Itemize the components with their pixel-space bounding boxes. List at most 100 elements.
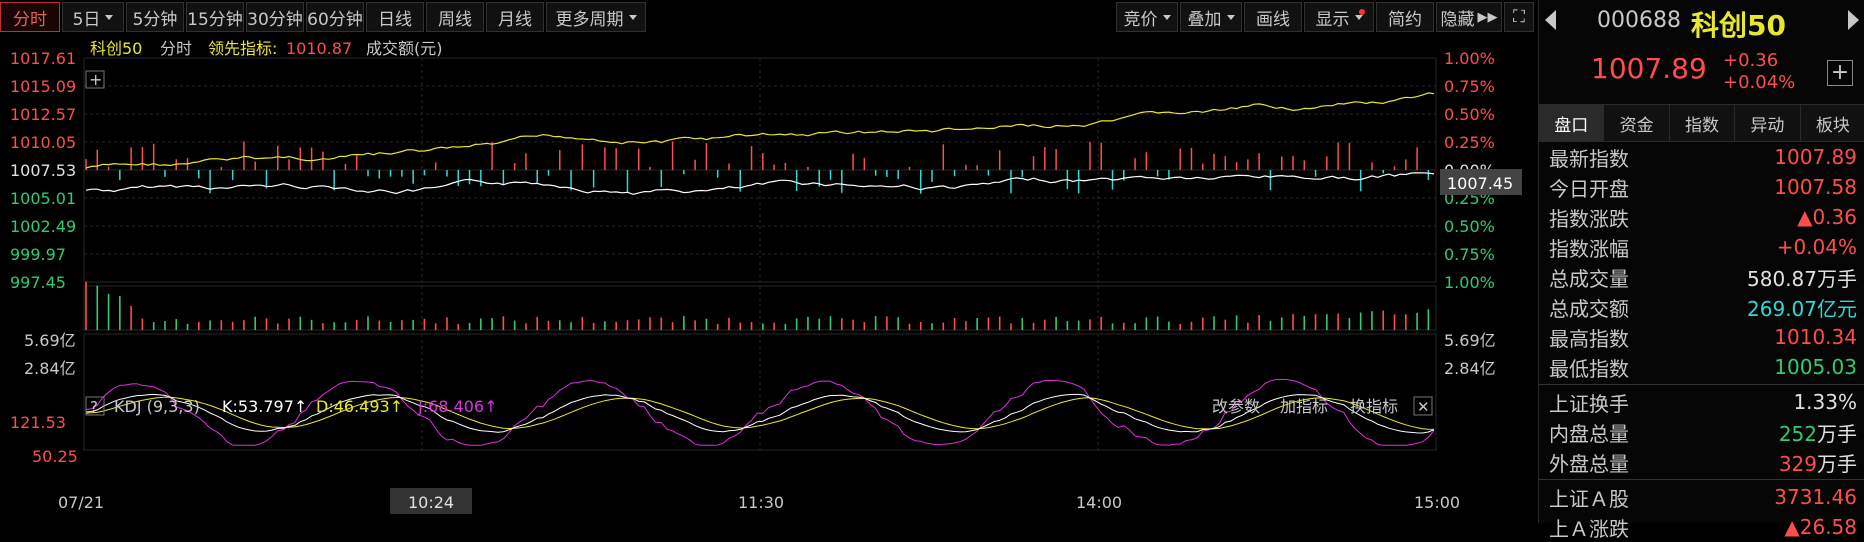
plus-icon: + xyxy=(1830,60,1850,85)
pct-axis-label: 0.50% xyxy=(1444,217,1495,236)
stat-label: 总成交额 xyxy=(1549,296,1629,321)
volume-bar xyxy=(784,323,787,330)
tab-30min[interactable]: 30分钟 xyxy=(246,2,304,32)
display-button[interactable]: 显示 xyxy=(1304,2,1374,32)
volume-bar xyxy=(1382,310,1385,330)
kdj-j-value: J:68.406↑ xyxy=(417,397,498,416)
volume-bar xyxy=(141,318,144,330)
volume-bar xyxy=(1337,313,1339,330)
hide-button[interactable]: 隐藏 ▶▶ xyxy=(1436,2,1502,32)
volume-bar xyxy=(592,322,595,330)
volume-bar xyxy=(829,316,832,330)
kdj-k-value: K:53.797↑ xyxy=(222,397,307,416)
stat-number: 1.33% xyxy=(1793,390,1857,414)
fullscreen-button[interactable]: ⛶ xyxy=(1504,2,1534,32)
price-axis-label: 1007.53 xyxy=(10,161,76,180)
tab-monthly[interactable]: 月线 xyxy=(486,2,544,32)
volume-bar xyxy=(694,320,696,330)
left-price-axis: 1017.61 1015.09 1012.57 1010.05 1007.53 1005.… xyxy=(10,49,76,292)
time-label-1: 10:24 xyxy=(408,493,454,512)
volume-bar xyxy=(1326,314,1328,330)
stat-label: 指数涨幅 xyxy=(1549,236,1629,261)
stat-label: 内盘总量 xyxy=(1549,421,1629,446)
stat-row: 指数涨幅 +0.04% xyxy=(1539,232,1864,262)
stat-label: 上证Ａ股 xyxy=(1549,486,1629,511)
stat-value: 3731.46 xyxy=(1774,485,1857,509)
stat-number: 269.07 xyxy=(1747,296,1817,321)
caret-down-icon xyxy=(105,14,114,20)
tab-sector[interactable]: 板块 xyxy=(1801,105,1864,141)
volume-bar xyxy=(1066,321,1069,330)
volume-bar xyxy=(389,322,392,330)
volume-bar xyxy=(130,306,132,330)
divider xyxy=(1539,384,1864,385)
next-arrow-icon[interactable] xyxy=(1848,10,1859,30)
fullscreen-icon: ⛶ xyxy=(1513,7,1525,27)
overlay-button[interactable]: 叠加 xyxy=(1180,2,1242,32)
volume-bar xyxy=(85,281,87,330)
volume-bar xyxy=(807,316,809,330)
stock-change: +0.36 xyxy=(1723,50,1779,71)
draw-button[interactable]: 画线 xyxy=(1244,2,1302,32)
volume-bar xyxy=(660,317,663,330)
volume-bar xyxy=(1089,319,1091,330)
stat-number: ▲0.36 xyxy=(1797,205,1857,229)
caret-down-icon xyxy=(1354,14,1363,20)
stat-value: 329万手 xyxy=(1779,448,1857,477)
volume-bar xyxy=(1224,319,1227,330)
add-watchlist-button[interactable]: + xyxy=(1827,60,1853,86)
kdj-add-indicator[interactable]: 加指标 xyxy=(1280,397,1328,416)
prev-arrow-icon[interactable] xyxy=(1545,10,1556,30)
simple-button[interactable]: 简约 xyxy=(1376,2,1434,32)
stat-unit: 万手 xyxy=(1817,266,1857,291)
legend-mode: 分时 xyxy=(160,39,192,58)
quote-header: 000688 科创50 1007.89 +0.36 +0.04% + xyxy=(1539,0,1864,104)
chevron-right-double-icon: ▶▶ xyxy=(1477,9,1498,25)
tab-5day[interactable]: 5日 xyxy=(62,2,124,32)
stat-row: 上Ａ涨跌 ▲26.58 xyxy=(1539,512,1864,542)
stat-row: 今日开盘 1007.58 xyxy=(1539,172,1864,202)
volume-bar xyxy=(220,320,223,330)
volume-bar xyxy=(762,323,764,330)
volume-bar xyxy=(1314,314,1317,330)
volume-bar xyxy=(1134,323,1136,330)
tab-15min[interactable]: 15分钟 xyxy=(186,2,244,32)
period-toolbar: 分时 5日 5分钟 15分钟 30分钟 60分钟 日线 周线 月线 更多周期 竞… xyxy=(0,0,1536,34)
vol-axis-left-0: 5.69亿 xyxy=(24,331,76,350)
tab-5min[interactable]: 5分钟 xyxy=(126,2,184,32)
price-axis-label: 1010.05 xyxy=(10,133,76,152)
volume-bar xyxy=(288,318,290,330)
stat-label: 最新指数 xyxy=(1549,146,1629,171)
volume-bar xyxy=(886,316,888,330)
volume-bar xyxy=(1111,323,1114,330)
stock-price: 1007.89 xyxy=(1591,52,1707,85)
vol-axis-right-0: 5.69亿 xyxy=(1444,331,1496,350)
tab-weekly[interactable]: 周线 xyxy=(426,2,484,32)
volume-bar xyxy=(513,320,516,330)
volume-bar xyxy=(1404,314,1407,330)
tab-more-periods[interactable]: 更多周期 xyxy=(546,2,646,32)
tab-index[interactable]: 指数 xyxy=(1670,105,1736,141)
volume-bar xyxy=(581,316,584,330)
pct-axis-label: 0.25% xyxy=(1444,133,1495,152)
volume-bar xyxy=(525,323,527,330)
kdj-switch-indicator[interactable]: 换指标 xyxy=(1350,397,1398,416)
tab-orderbook[interactable]: 盘口 xyxy=(1539,105,1605,141)
volume-bar xyxy=(322,323,324,330)
volume-bar xyxy=(198,321,200,330)
volume-bar xyxy=(1247,322,1249,330)
kdj-change-params[interactable]: 改参数 xyxy=(1212,397,1260,416)
volume-bar xyxy=(1269,320,1272,330)
tab-intraday[interactable]: 分时 xyxy=(0,2,60,32)
breadth-bars xyxy=(85,141,1430,194)
pct-axis-label: 0.75% xyxy=(1444,245,1495,264)
tab-anomaly[interactable]: 异动 xyxy=(1735,105,1801,141)
volume-bar xyxy=(931,323,933,330)
tab-funds[interactable]: 资金 xyxy=(1604,105,1670,141)
volume-bar xyxy=(953,317,956,330)
tab-60min[interactable]: 60分钟 xyxy=(306,2,364,32)
stat-row: 内盘总量 252万手 xyxy=(1539,417,1864,447)
tab-daily[interactable]: 日线 xyxy=(366,2,424,32)
volume-bar xyxy=(1213,316,1215,330)
auction-button[interactable]: 竞价 xyxy=(1116,2,1178,32)
